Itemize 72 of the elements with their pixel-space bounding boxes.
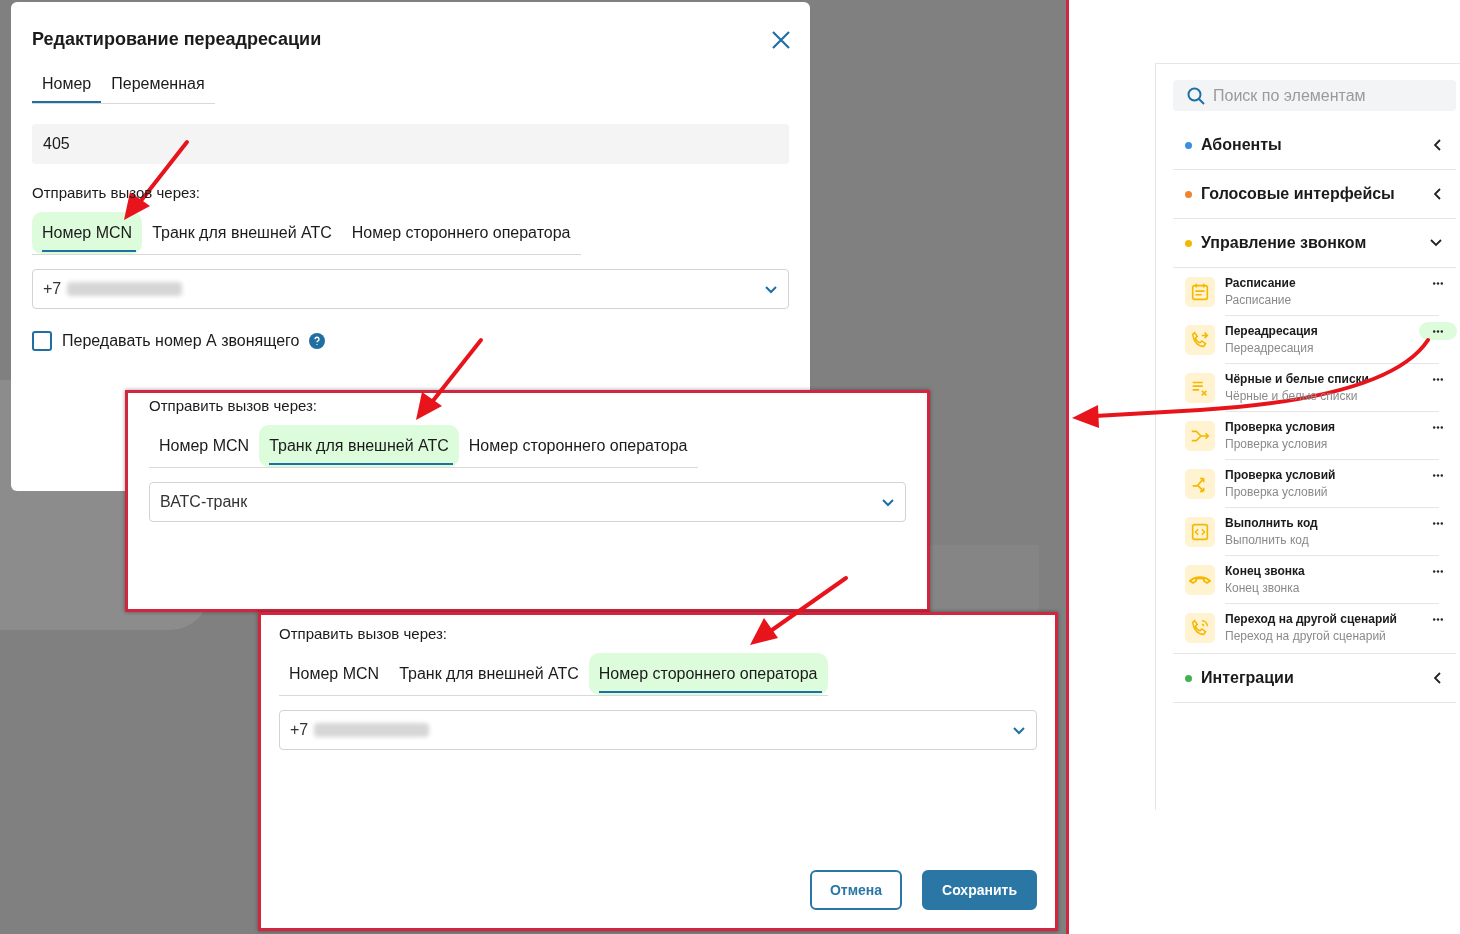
block-title: Конец звонка [1225, 562, 1305, 579]
more-icon [1433, 473, 1443, 477]
select-field[interactable]: ВАТС-транк [149, 482, 906, 522]
chevron-down-icon [764, 284, 778, 294]
more-icon [1433, 281, 1443, 285]
category-header[interactable]: Голосовые интерфейсы [1173, 170, 1456, 219]
cancel-button[interactable]: Отмена [809, 870, 903, 910]
block-subtitle: Переадресация [1225, 339, 1314, 357]
calendar-icon [1189, 281, 1211, 303]
tab[interactable]: Номер [32, 67, 102, 103]
category-title: Голосовые интерфейсы [1201, 184, 1396, 204]
tab[interactable]: Номер стороннего оператора [588, 653, 828, 695]
section-label: Отправить вызов через: [149, 397, 318, 415]
search-input[interactable]: Поиск по элементам [1213, 83, 1442, 108]
more-icon [1433, 425, 1443, 429]
number-field[interactable]: 405 [32, 124, 789, 164]
chevron-left-icon [1434, 139, 1442, 151]
chevron-left-icon [1434, 188, 1442, 200]
tab[interactable]: Транк для внешней АТС [389, 653, 589, 695]
tab[interactable]: Номер MCN [149, 425, 260, 467]
select-value: +7 [43, 279, 62, 299]
block-subtitle: Проверка условий [1225, 483, 1328, 501]
search-field[interactable]: Поиск по элементам [1173, 80, 1456, 111]
block-subtitle: Конец звонка [1225, 579, 1300, 597]
tab[interactable]: Переменная [101, 67, 215, 103]
more-icon [1433, 521, 1443, 525]
tab[interactable]: Номер MCN [279, 653, 390, 695]
block-subtitle: Выполнить код [1225, 531, 1309, 549]
chevron-down-icon [1430, 239, 1442, 247]
block-subtitle: Расписание [1225, 291, 1292, 309]
help-icon[interactable] [309, 333, 326, 349]
block-subtitle: Переход на другой сценарий [1225, 628, 1386, 645]
select-value: +7 [290, 720, 309, 740]
select-field[interactable]: +7 [32, 269, 789, 309]
category-header[interactable]: Абоненты [1173, 121, 1456, 170]
block-title: Переход на другой сценарий [1225, 611, 1397, 627]
select-field[interactable]: +7 [279, 710, 1037, 750]
category-header[interactable]: Управление звонком [1173, 219, 1456, 268]
save-button[interactable]: Сохранить [922, 870, 1037, 910]
dialog-title: Редактирование переадресации [32, 28, 322, 51]
chevron-down-icon [881, 497, 895, 507]
tab[interactable]: Номер стороннего оператора [458, 425, 698, 467]
category-title: Интеграции [1201, 668, 1295, 688]
block-subtitle: Проверка условия [1225, 435, 1328, 453]
search-icon [1187, 86, 1205, 105]
category-title: Абоненты [1201, 135, 1283, 155]
hang-up-icon [1189, 575, 1211, 585]
block-title: Выполнить код [1225, 514, 1318, 531]
checkbox-label: Передавать номер А звонящего [62, 331, 300, 351]
close-icon [771, 29, 791, 50]
block-title: Расписание [1225, 274, 1296, 291]
more-icon [1433, 569, 1443, 573]
select-value: ВАТС-транк [160, 492, 248, 512]
chevron-left-icon [1434, 672, 1442, 684]
block-title: Переадресация [1225, 322, 1318, 339]
section-label: Отправить вызов через: [279, 625, 448, 643]
tab[interactable]: Транк для внешней АТС [259, 425, 459, 467]
category-header[interactable]: Интеграции [1173, 654, 1456, 703]
code-icon [1189, 521, 1211, 543]
tab[interactable]: Транк для внешней АТС [142, 212, 342, 254]
checkbox[interactable] [32, 331, 52, 351]
tab[interactable]: Номер MCN [32, 212, 143, 254]
block-title: Проверка условий [1225, 466, 1336, 483]
more-icon [1433, 617, 1443, 621]
more-icon [1433, 377, 1443, 381]
more-icon [1433, 329, 1443, 333]
field-value: 405 [43, 134, 70, 154]
more-button[interactable] [1419, 322, 1457, 340]
tab[interactable]: Номер стороннего оператора [341, 212, 581, 254]
chevron-down-icon [1012, 725, 1026, 735]
category-title: Управление звонком [1201, 233, 1368, 253]
block-title: Проверка условия [1225, 418, 1336, 435]
